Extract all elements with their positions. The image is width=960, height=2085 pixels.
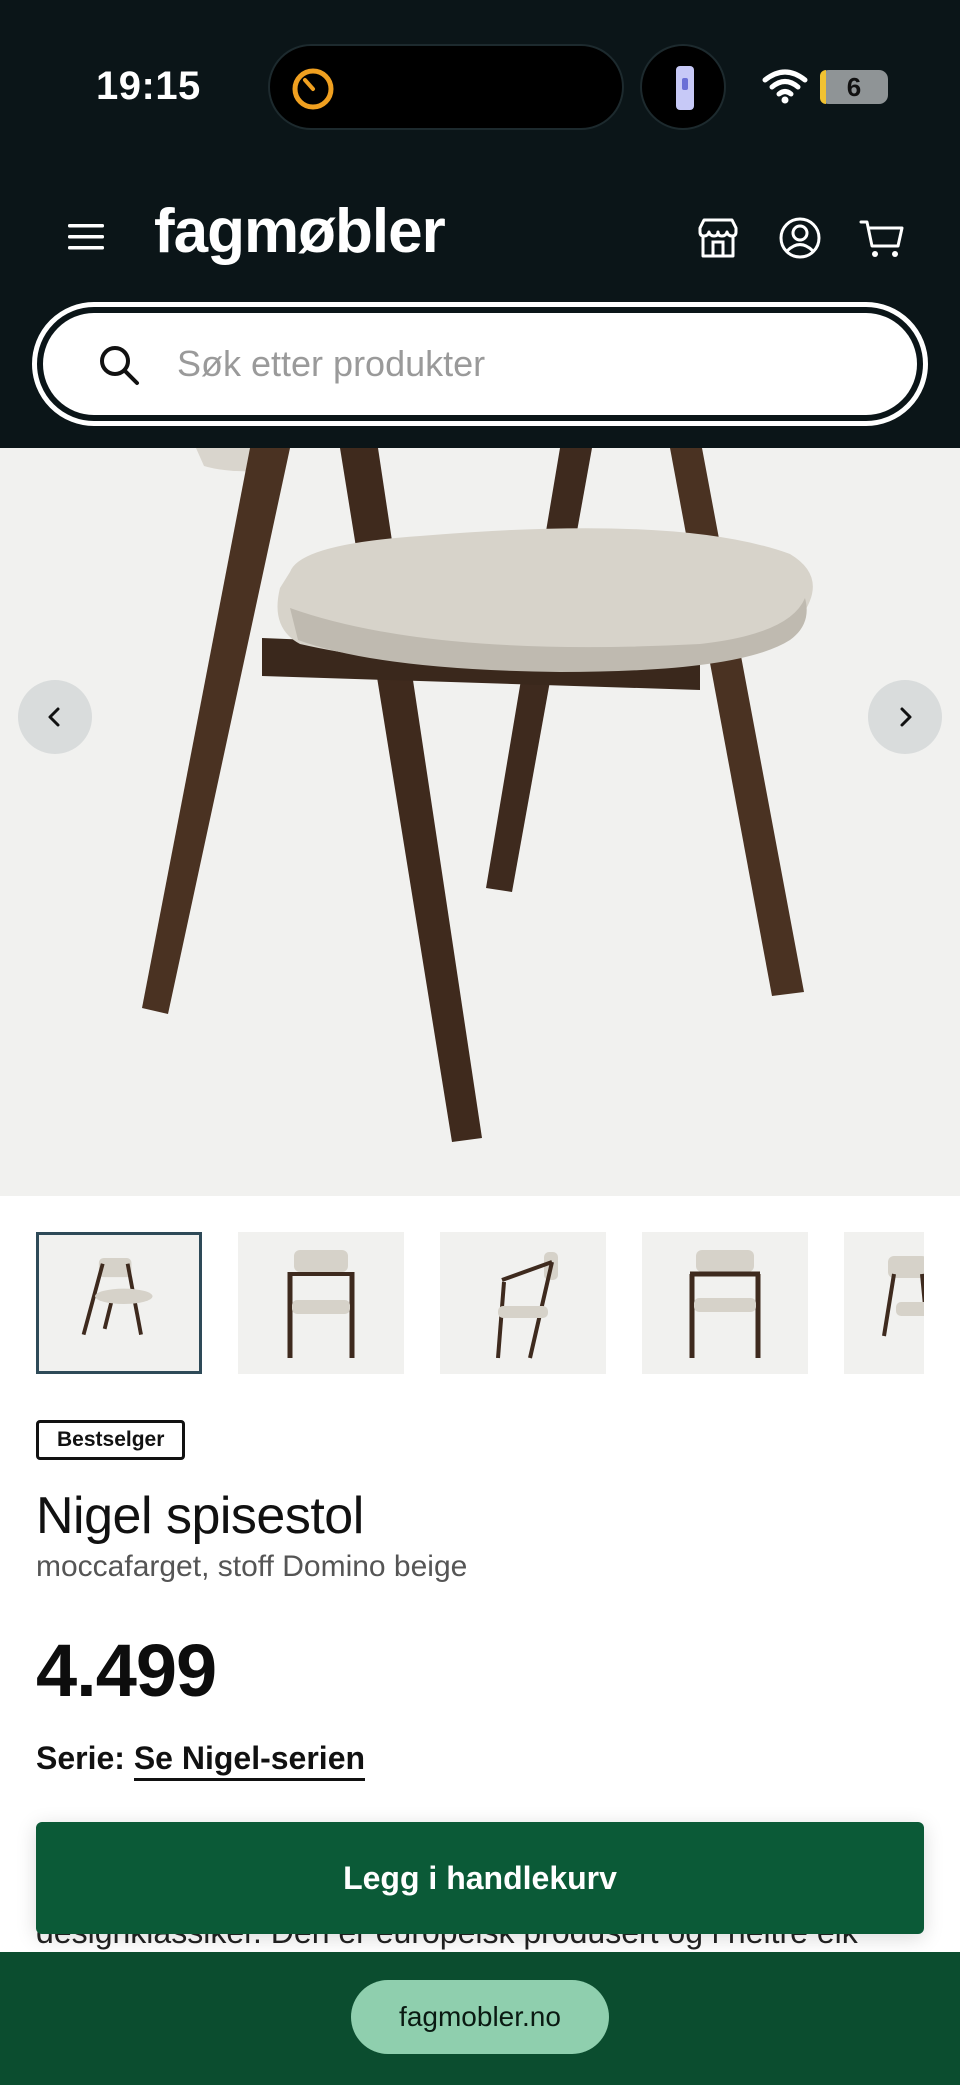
series-row: Serie: Se Nigel-serien (36, 1740, 366, 1781)
thumbnail-2[interactable] (238, 1232, 404, 1374)
bestseller-badge: Bestselger (36, 1420, 186, 1460)
timer-icon (292, 68, 334, 110)
search-bar[interactable] (32, 302, 928, 426)
gallery-next-button[interactable] (868, 680, 942, 754)
thumbnail-5[interactable] (844, 1232, 924, 1374)
product-price: 4.499 (36, 1629, 217, 1712)
thumbnail-4[interactable] (642, 1232, 808, 1374)
cart-icon[interactable] (858, 214, 906, 262)
thumbnail-3[interactable] (440, 1232, 606, 1374)
gallery-prev-button[interactable] (18, 680, 92, 754)
battery-level: 6 (846, 72, 862, 102)
thumbnail-image (689, 1250, 761, 1358)
menu-icon[interactable] (66, 222, 106, 252)
search-icon (100, 346, 139, 385)
status-bar: 19:15 6 (0, 0, 960, 160)
chevron-left-icon (48, 707, 60, 727)
add-to-cart-button[interactable]: Legg i handlekurv (36, 1822, 924, 1934)
product-image (142, 448, 813, 1142)
series-label: Serie: (36, 1740, 125, 1776)
thumbnail-image (496, 1252, 558, 1359)
series-link[interactable]: Se Nigel-serien (133, 1740, 366, 1781)
product-title: Nigel spisestol (36, 1487, 364, 1545)
site-header: fagmøbler (0, 160, 960, 448)
thumbnail-image (81, 1257, 153, 1336)
thumbnail-image (287, 1250, 355, 1358)
search-input[interactable] (177, 329, 877, 399)
status-time: 19:15 (96, 64, 201, 108)
browser-bottom-bar: fagmobler.no (0, 1952, 960, 2085)
url-bar[interactable]: fagmobler.no (351, 1980, 609, 2054)
chevron-right-icon (900, 707, 912, 727)
dynamic-island (268, 44, 624, 130)
thumbnail-strip (36, 1232, 924, 1374)
thumbnail-image (882, 1256, 924, 1337)
flashlight-icon (676, 66, 694, 110)
wifi-icon (762, 69, 808, 104)
battery-icon: 6 (820, 70, 888, 104)
store-icon[interactable] (694, 214, 742, 262)
account-icon[interactable] (776, 214, 824, 262)
flashlight-button[interactable] (640, 44, 726, 130)
thumbnail-1[interactable] (36, 1232, 202, 1374)
battery-cap (882, 80, 888, 94)
product-gallery[interactable] (0, 448, 960, 1196)
site-logo[interactable]: fagmøbler (154, 196, 446, 267)
search-inner (43, 313, 917, 415)
product-subtitle: moccafarget, stoff Domino beige (36, 1550, 468, 1583)
